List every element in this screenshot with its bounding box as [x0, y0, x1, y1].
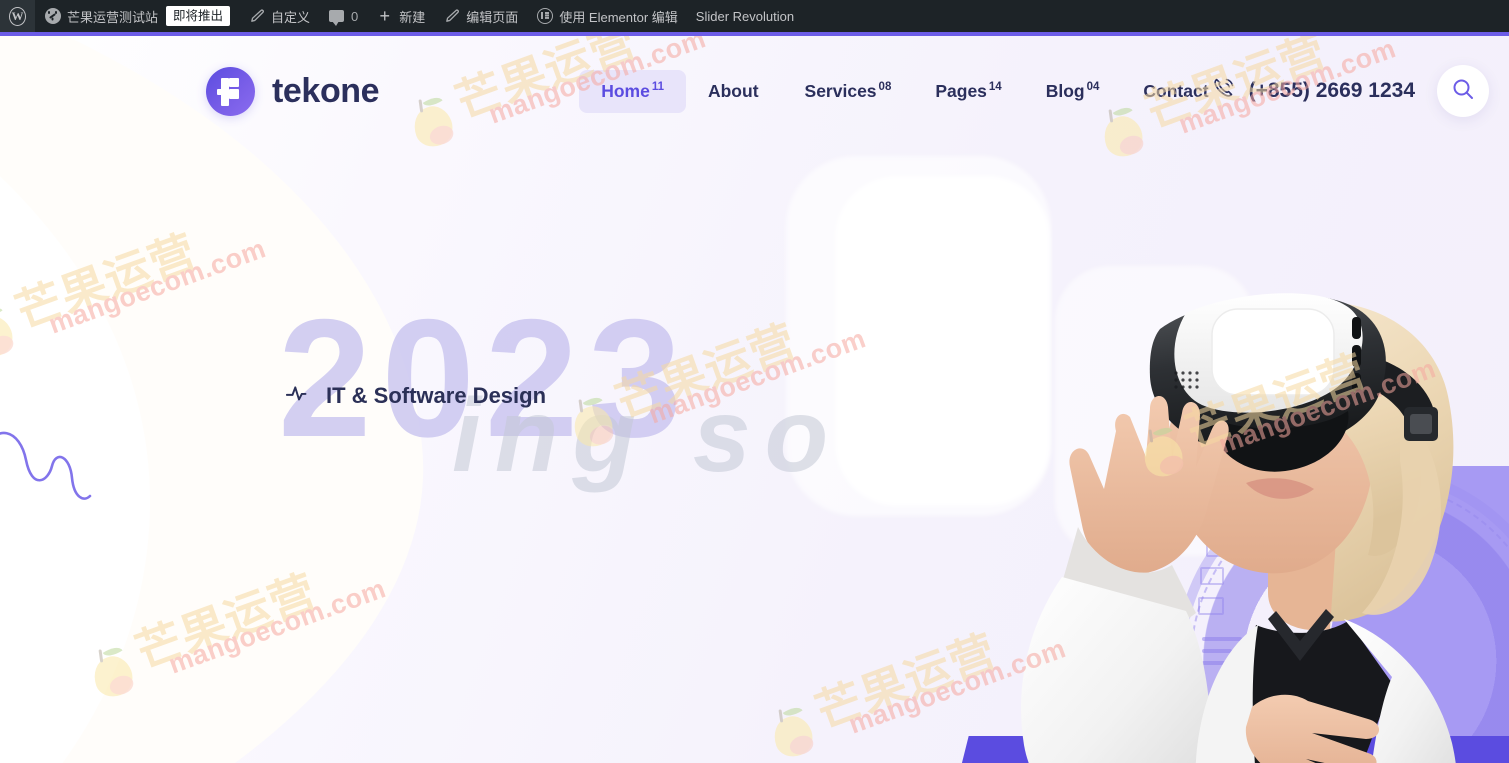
nav-item-services-label: Services [804, 80, 877, 101]
hero-tagline: IT & Software Design [285, 383, 547, 409]
dashboard-icon [44, 8, 61, 25]
adminbar-edit-page[interactable]: 编辑页面 [434, 0, 527, 32]
phone-icon [1211, 75, 1237, 107]
header-phone[interactable]: (+855) 2669 1234 [1211, 75, 1415, 107]
tekone-logo-icon [206, 66, 255, 116]
adminbar-new-content[interactable]: + 新建 [367, 0, 434, 32]
brush-icon [248, 8, 265, 25]
adminbar-edit-page-label: 编辑页面 [466, 9, 519, 25]
coming-soon-badge: 即将推出 [166, 6, 231, 26]
nav-item-about[interactable]: About [686, 70, 783, 113]
nav-item-pages-label: Pages [935, 80, 987, 101]
adminbar-comments[interactable]: 0 [319, 0, 367, 32]
nav-item-contact-label: Contact [1143, 80, 1209, 101]
adminbar-wordpress-logo[interactable] [0, 0, 35, 32]
wordpress-admin-bar: 芒果运营测试站 即将推出 自定义 0 + 新建 编辑页面 使用 Eleme [0, 0, 1509, 32]
nav-item-services-count: 08 [878, 80, 892, 93]
adminbar-customize[interactable]: 自定义 [239, 0, 319, 32]
header-right-group: (+855) 2669 1234 [1211, 65, 1489, 117]
plus-icon: + [379, 6, 391, 26]
site-logo-text: tekone [272, 71, 380, 110]
nav-item-blog-label: Blog [1045, 80, 1085, 101]
site-logo[interactable]: tekone [206, 66, 380, 116]
nav-item-home[interactable]: Home 11 [579, 69, 686, 113]
elementor-icon [536, 8, 553, 25]
adminbar-site-name[interactable]: 芒果运营测试站 即将推出 [35, 0, 239, 32]
nav-item-blog[interactable]: Blog 04 [1024, 70, 1122, 113]
search-icon [1451, 77, 1475, 106]
nav-item-pages[interactable]: Pages 14 [913, 70, 1023, 113]
hero-person-vr-image [1000, 221, 1509, 763]
adminbar-new-label: 新建 [399, 9, 426, 25]
hero-tagline-label: IT & Software Design [326, 383, 547, 408]
search-button[interactable] [1437, 65, 1489, 117]
nav-item-home-count: 11 [651, 80, 664, 93]
nav-item-home-label: Home [601, 80, 650, 101]
comment-icon [328, 8, 345, 26]
header-phone-number: (+855) 2669 1234 [1248, 79, 1415, 102]
site-header: tekone Home 11 About Services 08 Pages 14 B… [0, 36, 1509, 146]
main-navigation: Home 11 About Services 08 Pages 14 Blog 04 C… [579, 69, 1232, 113]
purple-accent-strip [0, 32, 1509, 36]
adminbar-site-name-label: 芒果运营测试站 [67, 9, 159, 25]
adminbar-slider-revolution-label: Slider Revolution [695, 8, 795, 24]
site-page: 2023 ing so IT & Software Design tekone … [0, 36, 1509, 763]
nav-item-about-label: About [707, 80, 759, 101]
pulse-icon [285, 383, 312, 409]
nav-item-pages-count: 14 [988, 80, 1002, 93]
wordpress-logo-icon [9, 6, 26, 26]
adminbar-customize-label: 自定义 [271, 9, 311, 25]
adminbar-elementor-label: 使用 Elementor 编辑 [559, 9, 678, 25]
adminbar-slider-revolution[interactable]: Slider Revolution [687, 0, 803, 32]
adminbar-elementor-edit[interactable]: 使用 Elementor 编辑 [527, 0, 686, 32]
adminbar-comments-count: 0 [351, 8, 359, 24]
nav-item-services[interactable]: Services 08 [783, 70, 914, 113]
nav-item-blog-count: 04 [1086, 80, 1100, 93]
pencil-icon [443, 8, 460, 25]
